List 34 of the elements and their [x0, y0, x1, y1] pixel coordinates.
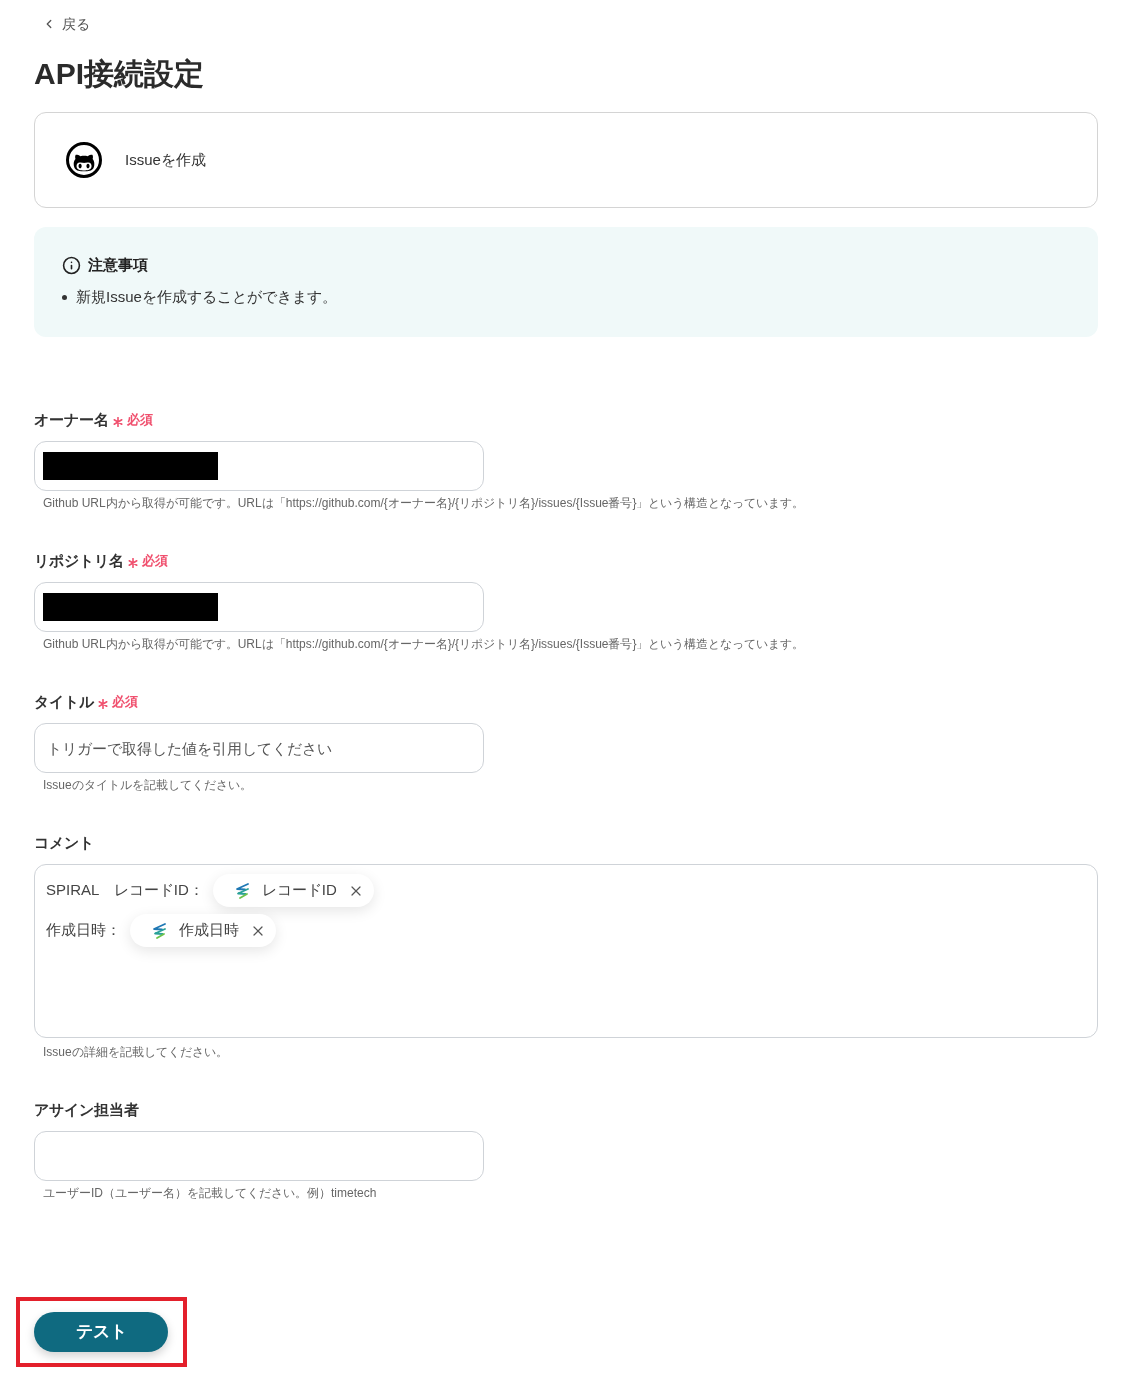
comment-text: 作成日時：	[46, 920, 121, 941]
bullet-icon	[62, 294, 67, 300]
required-label: 必須	[142, 552, 168, 570]
back-link[interactable]: 戻る	[42, 14, 90, 34]
page-title: API接続設定	[34, 56, 204, 92]
field-label: リポジトリ名	[34, 551, 124, 571]
field-label: アサイン担当者	[34, 1100, 139, 1120]
field-label: タイトル	[34, 692, 94, 712]
field-label: コメント	[34, 833, 94, 853]
help-text: ユーザーID（ユーザー名）を記載してください。例）timetech	[42, 1185, 377, 1202]
help-text: Github URL内から取得が可能です。URLは「https://github.com/{オーナー名}/{リポジトリ名}/issues/{Issue番号}」という構造となっています。	[42, 495, 805, 512]
comment-text: SPIRAL レコードID：	[46, 880, 204, 901]
input-field[interactable]	[34, 441, 484, 491]
test-button[interactable]: テスト	[34, 1312, 168, 1352]
help-text: Issueの詳細を記載してください。	[42, 1044, 228, 1061]
help-text: Issueのタイトルを記載してください。	[42, 777, 252, 794]
input-field[interactable]	[34, 582, 484, 632]
required-label: 必須	[112, 693, 138, 711]
input-field[interactable]	[34, 1131, 484, 1181]
required-label: 必須	[127, 411, 153, 429]
info-icon	[62, 255, 81, 275]
chip-label: レコードID	[261, 880, 337, 901]
zigzag-logo-icon	[150, 921, 168, 940]
variable-chip[interactable]: レコードID	[212, 874, 374, 907]
input-field[interactable]: トリガーで取得した値を引用してください	[34, 723, 484, 773]
field-label: オーナー名	[34, 410, 109, 430]
help-text: Github URL内から取得が可能です。URLは「https://github.com/{オーナー名}/{リポジトリ名}/issues/{Issue番号}」という構造となっています。	[42, 636, 805, 653]
notice-item: 新規Issueを作成することができます。	[76, 286, 337, 307]
notice-title: 注意事項	[88, 254, 148, 275]
cat-logo-icon	[66, 142, 102, 178]
action-label: Issueを作成	[125, 149, 206, 170]
comment-field[interactable]: SPIRAL レコードID： レコードID 作成日時： 作成日時	[34, 864, 1098, 1038]
chip-label: 作成日時	[179, 920, 239, 941]
variable-chip[interactable]: 作成日時	[130, 914, 276, 947]
